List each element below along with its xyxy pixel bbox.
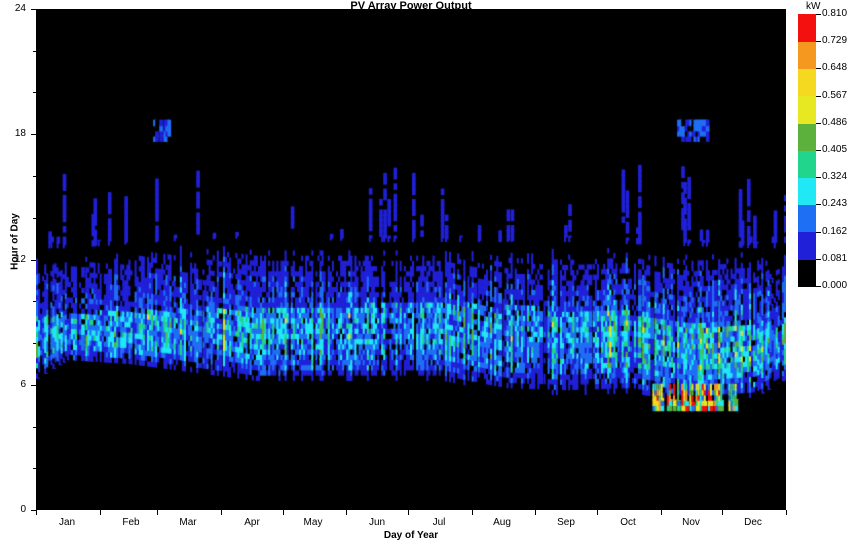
x-axis-label: Day of Year bbox=[383, 530, 439, 541]
colorbar-tick-mark bbox=[816, 68, 821, 69]
colorbar-tick-mark bbox=[816, 177, 821, 178]
colorbar-tick-mark bbox=[816, 150, 821, 151]
x-tick-mark bbox=[786, 510, 787, 515]
y-minor-tick-mark bbox=[33, 301, 36, 302]
x-tick-label: Oct bbox=[620, 517, 636, 528]
colorbar-tick-label: 0.648 bbox=[822, 62, 848, 73]
colorbar-tick-mark bbox=[816, 259, 821, 260]
colorbar bbox=[798, 14, 816, 287]
colorbar-unit-label: kW bbox=[806, 1, 821, 12]
colorbar-band bbox=[798, 204, 816, 233]
colorbar-tick-mark bbox=[816, 96, 821, 97]
colorbar-tick-label: 0.324 bbox=[822, 171, 848, 182]
colorbar-tick-label: 0.567 bbox=[822, 90, 848, 101]
y-minor-tick-mark bbox=[33, 218, 36, 219]
x-tick-label: Jan bbox=[58, 517, 76, 528]
y-axis-label: Hour of Day bbox=[9, 213, 21, 270]
x-tick-mark bbox=[472, 510, 473, 515]
colorbar-tick-mark bbox=[816, 286, 821, 287]
colorbar-tick-mark bbox=[816, 232, 821, 233]
x-tick-mark bbox=[221, 510, 222, 515]
y-tick-mark bbox=[31, 385, 36, 386]
y-tick-label: 18 bbox=[14, 128, 26, 139]
colorbar-tick-label: 0.486 bbox=[822, 117, 848, 128]
colorbar-band bbox=[798, 14, 816, 42]
colorbar-tick-mark bbox=[816, 41, 821, 42]
colorbar-tick-label: 0.162 bbox=[822, 226, 848, 237]
colorbar-band bbox=[798, 231, 816, 260]
x-tick-label: Dec bbox=[744, 517, 762, 528]
x-tick-label: Sep bbox=[557, 517, 575, 528]
x-tick-label: Aug bbox=[493, 517, 511, 528]
heatmap-plot-area bbox=[36, 9, 786, 510]
colorbar-tick-mark bbox=[816, 123, 821, 124]
x-tick-label: Nov bbox=[682, 517, 700, 528]
colorbar-band bbox=[798, 258, 816, 287]
y-tick-label: 0 bbox=[20, 504, 26, 515]
y-tick-label: 24 bbox=[14, 3, 26, 14]
x-tick-label: Jun bbox=[368, 517, 386, 528]
x-tick-mark bbox=[36, 510, 37, 515]
colorbar-band bbox=[798, 150, 816, 178]
colorbar-tick-label: 0.000 bbox=[822, 280, 848, 291]
x-tick-mark bbox=[100, 510, 101, 515]
x-tick-mark bbox=[661, 510, 662, 515]
heatmap-canvas bbox=[36, 9, 786, 510]
x-tick-label: Mar bbox=[179, 517, 197, 528]
y-tick-mark bbox=[31, 134, 36, 135]
y-tick-label: 6 bbox=[20, 379, 26, 390]
x-tick-label: Jul bbox=[432, 517, 446, 528]
colorbar-tick-label: 0.405 bbox=[822, 144, 848, 155]
x-tick-mark bbox=[535, 510, 536, 515]
y-tick-mark bbox=[31, 260, 36, 261]
colorbar-band bbox=[798, 95, 816, 124]
x-tick-label: Feb bbox=[122, 517, 140, 528]
colorbar-tick-label: 0.243 bbox=[822, 198, 848, 209]
colorbar-tick-mark bbox=[816, 204, 821, 205]
colorbar-band bbox=[798, 177, 816, 206]
y-minor-tick-mark bbox=[33, 427, 36, 428]
x-tick-mark bbox=[157, 510, 158, 515]
x-tick-mark bbox=[597, 510, 598, 515]
x-tick-mark bbox=[283, 510, 284, 515]
x-tick-mark bbox=[346, 510, 347, 515]
y-minor-tick-mark bbox=[33, 92, 36, 93]
colorbar-tick-mark bbox=[816, 14, 821, 15]
figure-canvas: PV Array Power Output 0 6 12 18 24 Jan Feb Mar… bbox=[0, 0, 849, 545]
colorbar-tick-label: 0.810 bbox=[822, 8, 848, 19]
x-tick-label: Apr bbox=[244, 517, 260, 528]
y-minor-tick-mark bbox=[33, 343, 36, 344]
colorbar-band bbox=[798, 122, 816, 151]
colorbar-tick-label: 0.729 bbox=[822, 35, 848, 46]
y-tick-mark bbox=[31, 9, 36, 10]
y-minor-tick-mark bbox=[33, 176, 36, 177]
y-minor-tick-mark bbox=[33, 51, 36, 52]
x-tick-label: May bbox=[303, 517, 323, 528]
colorbar-tick-label: 0.081 bbox=[822, 253, 848, 264]
colorbar-band bbox=[798, 41, 816, 70]
y-minor-tick-mark bbox=[33, 468, 36, 469]
colorbar-band bbox=[798, 68, 816, 97]
x-tick-mark bbox=[722, 510, 723, 515]
x-tick-mark bbox=[408, 510, 409, 515]
